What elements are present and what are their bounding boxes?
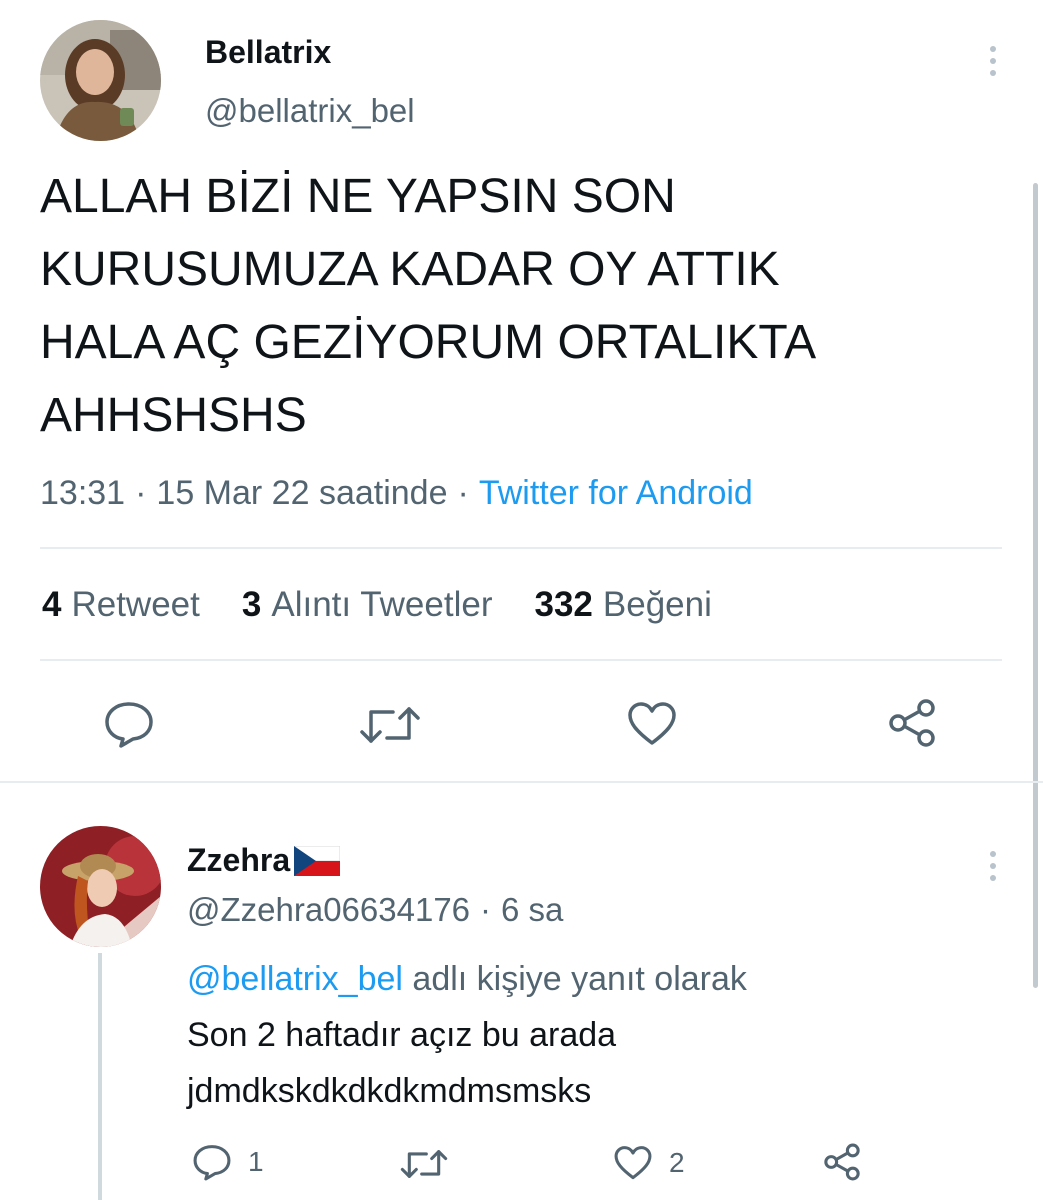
author-handle[interactable]: @bellatrix_bel	[205, 92, 415, 130]
more-options-icon[interactable]	[986, 46, 1000, 76]
meta-separator: ·	[135, 474, 147, 512]
tweet-text-line: KURUSUMUZA KADAR OY ATTIK	[40, 243, 780, 296]
reply-author-name: Zzehra	[187, 842, 291, 878]
meta-separator: ·	[480, 891, 492, 928]
replying-to: @bellatrix_bel adlı kişiye yanıt olarak	[187, 951, 987, 1007]
scrollbar[interactable]	[1033, 183, 1038, 988]
reply-body: @bellatrix_bel adlı kişiye yanıt olarak …	[187, 951, 987, 1119]
profile-photo-girl-with-hat	[40, 826, 161, 947]
divider	[0, 781, 1043, 783]
like-icon	[628, 702, 676, 745]
reply-like-button[interactable]: 2	[613, 1145, 685, 1181]
reply-share-button[interactable]	[822, 1142, 862, 1182]
reply-author-name-row[interactable]: Zzehra	[187, 842, 341, 879]
replying-to-handle[interactable]: @bellatrix_bel	[187, 960, 403, 998]
divider	[40, 547, 1002, 549]
reply-like-count: 2	[669, 1147, 685, 1178]
retweet-icon	[400, 1150, 448, 1178]
tweet-time[interactable]: 13:31	[40, 474, 125, 513]
quote-label: Alıntı Tweetler	[271, 585, 493, 624]
meta-separator: ·	[457, 474, 469, 512]
profile-photo-woman	[40, 20, 161, 141]
retweet-label: Retweet	[71, 585, 200, 624]
reply-text-line: Son 2 haftadır açız bu arada	[187, 1016, 617, 1054]
retweet-count: 4	[42, 585, 62, 624]
czech-flag-icon	[294, 845, 341, 876]
share-button[interactable]	[886, 698, 938, 748]
retweet-stat[interactable]: 4 Retweet	[42, 585, 200, 625]
like-button[interactable]	[626, 701, 678, 747]
reply-meta: @Zzehra06634176 · 6 sa	[187, 891, 563, 929]
replying-to-suffix: adlı kişiye yanıt olarak	[412, 960, 747, 998]
reply-text-line: jdmdkskdkdkdkmdmsmsks	[187, 1072, 592, 1110]
tweet-text-line: ALLAH BİZİ NE YAPSIN SON	[40, 170, 676, 223]
reply-author-avatar[interactable]	[40, 826, 161, 947]
like-count: 332	[534, 585, 593, 624]
reply-retweet-button[interactable]	[400, 1147, 448, 1181]
reply-author-handle[interactable]: @Zzehra06634176	[187, 891, 470, 929]
share-icon	[824, 1143, 860, 1181]
reply-age[interactable]: 6 sa	[501, 891, 563, 929]
tweet-date[interactable]: 15 Mar 22 saatinde	[156, 474, 447, 513]
reply-button[interactable]	[103, 700, 155, 748]
author-avatar[interactable]	[40, 20, 161, 141]
tweet-text-line: HALA AÇ GEZİYORUM ORTALIKTA	[40, 316, 817, 369]
like-stat[interactable]: 332 Beğeni	[534, 585, 711, 625]
thread-line	[98, 953, 102, 1200]
like-icon	[614, 1146, 652, 1180]
reply-more-options-icon[interactable]	[986, 851, 1000, 881]
tweet-text-line: AHHSHSHS	[40, 389, 307, 442]
quote-stat[interactable]: 3 Alıntı Tweetler	[242, 585, 493, 625]
like-label: Beğeni	[602, 585, 712, 624]
reply-icon	[105, 702, 153, 748]
divider	[40, 659, 1002, 661]
tweet-source-link[interactable]: Twitter for Android	[479, 474, 753, 513]
retweet-icon	[360, 707, 420, 743]
reply-reply-button[interactable]: 1	[192, 1143, 264, 1181]
tweet-meta: 13:31 · 15 Mar 22 saatinde · Twitter for…	[40, 474, 753, 513]
share-icon	[889, 699, 935, 747]
quote-count: 3	[241, 585, 262, 624]
author-name[interactable]: Bellatrix	[205, 34, 331, 71]
retweet-button[interactable]	[359, 703, 421, 747]
reply-icon	[193, 1145, 231, 1181]
reply-reply-count: 1	[248, 1146, 264, 1177]
tweet-stats: 4 Retweet 3 Alıntı Tweetler 332 Beğeni	[42, 585, 712, 625]
tweet-text: ALLAH BİZİ NE YAPSIN SON KURUSUMUZA KADA…	[40, 160, 1000, 452]
